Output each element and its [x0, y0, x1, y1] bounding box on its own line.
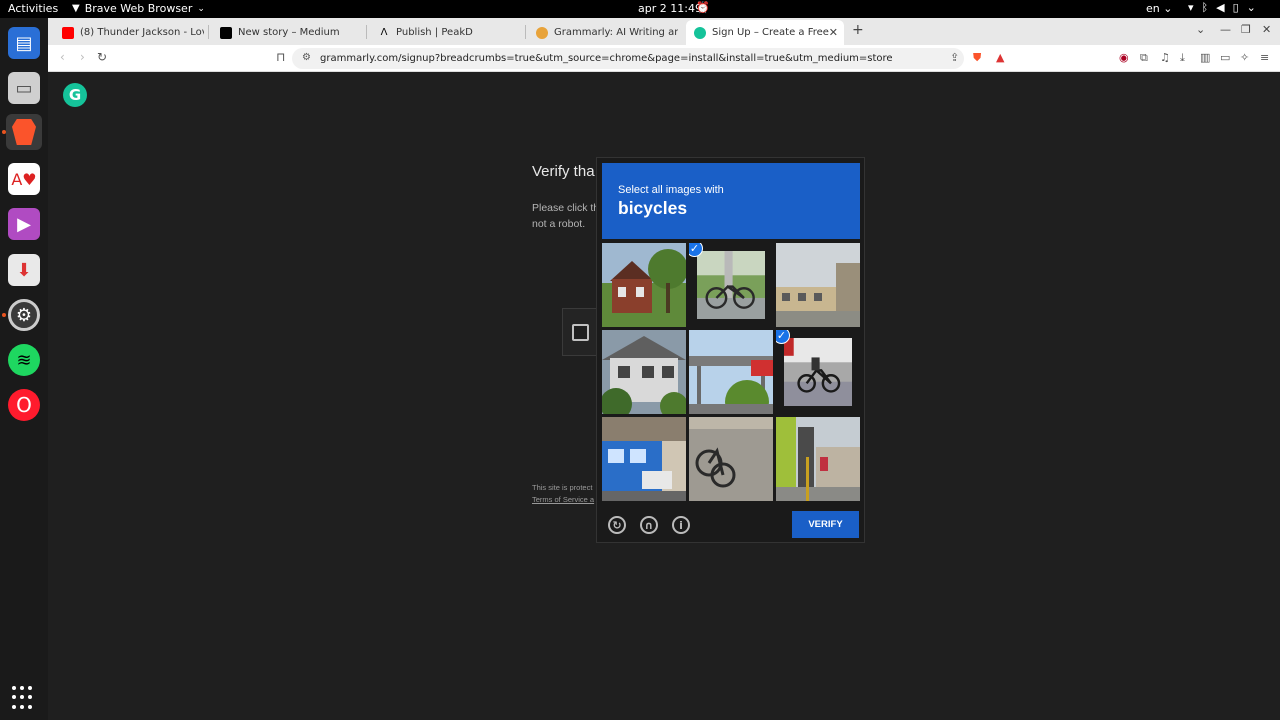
tab-label: New story – Medium: [238, 27, 340, 38]
captcha-tile[interactable]: [776, 417, 860, 501]
verify-instructions: Please click th not a robot.: [532, 202, 600, 230]
wifi-icon: ▾: [1188, 1, 1194, 14]
system-tray[interactable]: ▾ ᛒ ◀ ▯ ⌄: [1188, 1, 1256, 14]
leo-icon[interactable]: ✧: [1240, 51, 1249, 64]
captcha-tile[interactable]: [689, 330, 773, 414]
chevron-down-icon: ⌄: [197, 3, 205, 14]
extensions-puzzle-icon[interactable]: ⧉: [1140, 51, 1148, 65]
downloads-icon[interactable]: ⤓: [1180, 51, 1185, 65]
address-bar[interactable]: ⚙ grammarly.com/signup?breadcrumbs=true&…: [292, 48, 964, 69]
writer-icon[interactable]: ▤: [8, 27, 40, 59]
minimize-icon[interactable]: —: [1220, 23, 1231, 36]
bluetooth-icon: ᛒ: [1201, 1, 1209, 14]
running-indicator: [2, 313, 6, 317]
new-tab-button[interactable]: +: [852, 22, 864, 38]
tab-grammarly-store[interactable]: Grammarly: AI Writing and: [528, 20, 678, 45]
site-settings-icon[interactable]: ⚙: [302, 52, 311, 63]
extension-icon[interactable]: ◉: [1119, 51, 1129, 64]
captcha-header: Select all images with bicycles: [602, 163, 860, 239]
terms-link[interactable]: Terms of Service a: [532, 494, 594, 506]
captcha-tile[interactable]: ✓: [776, 330, 860, 414]
clock[interactable]: apr 2 11:49: [638, 2, 702, 15]
protect-line: This site is protect: [532, 483, 593, 492]
menu-icon[interactable]: ≡: [1260, 51, 1269, 64]
input-language[interactable]: en ⌄: [1146, 2, 1172, 15]
tab-label: (8) Thunder Jackson - Love: [80, 27, 204, 38]
back-arrow-icon[interactable]: ‹: [60, 50, 65, 64]
captcha-instruction: Select all images with: [618, 184, 724, 196]
language-label: en: [1146, 2, 1160, 15]
media-icon[interactable]: ♫: [1160, 51, 1170, 64]
youtube-icon: [62, 26, 74, 39]
show-apps-icon[interactable]: [12, 686, 36, 710]
brave-rewards-icon[interactable]: ▲: [996, 51, 1004, 64]
activities-button[interactable]: Activities: [8, 2, 58, 15]
brave-lion-icon: ▼: [72, 3, 80, 14]
tab-label: Sign Up – Create a Free: [712, 27, 829, 38]
tab-label: Publish | PeakD: [396, 27, 473, 38]
grammarly-logo[interactable]: G: [63, 83, 87, 107]
captcha-tile[interactable]: [776, 243, 860, 327]
tab-search-chevron-icon[interactable]: ⌄: [1196, 23, 1205, 36]
audio-challenge-icon[interactable]: ∩: [640, 516, 658, 534]
browser-window: (8) Thunder Jackson - Love New story – M…: [48, 18, 1280, 720]
spotify-icon[interactable]: ≋: [8, 344, 40, 376]
wallet-icon[interactable]: ▭: [1220, 51, 1230, 64]
bookmark-icon[interactable]: ⊓: [276, 50, 285, 64]
close-window-icon[interactable]: ✕: [1262, 23, 1271, 36]
video-player-icon[interactable]: ▶: [8, 208, 40, 240]
brave-shields-icon[interactable]: ⛊: [973, 51, 981, 65]
tab-youtube[interactable]: (8) Thunder Jackson - Love: [54, 20, 204, 45]
verify-heading: Verify tha: [532, 163, 595, 180]
chevron-down-icon: ⌄: [1246, 1, 1256, 14]
tab-label: Grammarly: AI Writing and: [554, 27, 678, 38]
not-robot-checkbox[interactable]: [572, 324, 589, 341]
page-content: G Verify tha Please click th not a robot…: [48, 72, 1280, 720]
url-text: grammarly.com/signup?breadcrumbs=true&ut…: [320, 53, 893, 64]
tab-medium[interactable]: New story – Medium: [212, 20, 362, 45]
dock: ▤ ▭ A♥ ▶ ⬇ ⚙ ≋ O: [0, 18, 48, 720]
battery-icon: ▯: [1232, 1, 1239, 14]
captcha-tile[interactable]: [602, 417, 686, 501]
captcha-grid: ✓ ✓: [602, 243, 860, 501]
captcha-tile[interactable]: [602, 330, 686, 414]
info-icon[interactable]: i: [672, 516, 690, 534]
restore-icon[interactable]: ❐: [1241, 23, 1251, 36]
tab-grammarly-signup[interactable]: Sign Up – Create a Free ✕: [686, 20, 844, 45]
verify-button[interactable]: VERIFY: [792, 511, 859, 538]
close-tab-icon[interactable]: ✕: [829, 26, 838, 39]
forward-arrow-icon[interactable]: ›: [80, 50, 85, 64]
reload-challenge-icon[interactable]: ↻: [608, 516, 626, 534]
system-top-bar: Activities ▼ Brave Web Browser ⌄ apr 2 1…: [0, 0, 1280, 18]
alarm-icon: ⏰: [696, 1, 710, 14]
peakd-icon: Λ: [378, 26, 390, 39]
app-menu-label: Brave Web Browser: [84, 2, 193, 15]
captcha-target: bicycles: [618, 198, 688, 218]
opera-icon[interactable]: O: [8, 389, 40, 421]
solitaire-icon[interactable]: A♥: [8, 163, 40, 195]
captcha-footer: ↻ ∩ i VERIFY: [597, 506, 866, 544]
software-updater-icon[interactable]: ⬇: [8, 254, 40, 286]
reload-icon[interactable]: ↻: [97, 50, 107, 64]
grammarly-icon: [694, 26, 706, 39]
recaptcha-notice: This site is protect Terms of Service a: [532, 482, 594, 506]
tab-peakd[interactable]: Λ Publish | PeakD: [370, 20, 520, 45]
share-icon[interactable]: ⇪: [950, 51, 959, 64]
app-menu[interactable]: ▼ Brave Web Browser ⌄: [72, 2, 205, 15]
captcha-tile[interactable]: [689, 417, 773, 501]
tab-strip: (8) Thunder Jackson - Love New story – M…: [48, 18, 1280, 45]
browser-toolbar: ‹ › ↻ ⊓ ⚙ grammarly.com/signup?breadcrum…: [48, 45, 1280, 72]
volume-icon: ◀: [1216, 1, 1225, 14]
captcha-tile[interactable]: [602, 243, 686, 327]
brave-icon[interactable]: [6, 114, 42, 150]
files-icon[interactable]: ▭: [8, 72, 40, 104]
sidebar-icon[interactable]: ▥: [1200, 51, 1210, 64]
settings-gear-icon[interactable]: ⚙: [8, 299, 40, 331]
medium-icon: [220, 26, 232, 39]
captcha-tile[interactable]: ✓: [689, 243, 773, 327]
chrome-store-icon: [536, 26, 548, 39]
captcha-challenge: Select all images with bicycles ✓ ✓ ↻ ∩ …: [596, 157, 865, 543]
